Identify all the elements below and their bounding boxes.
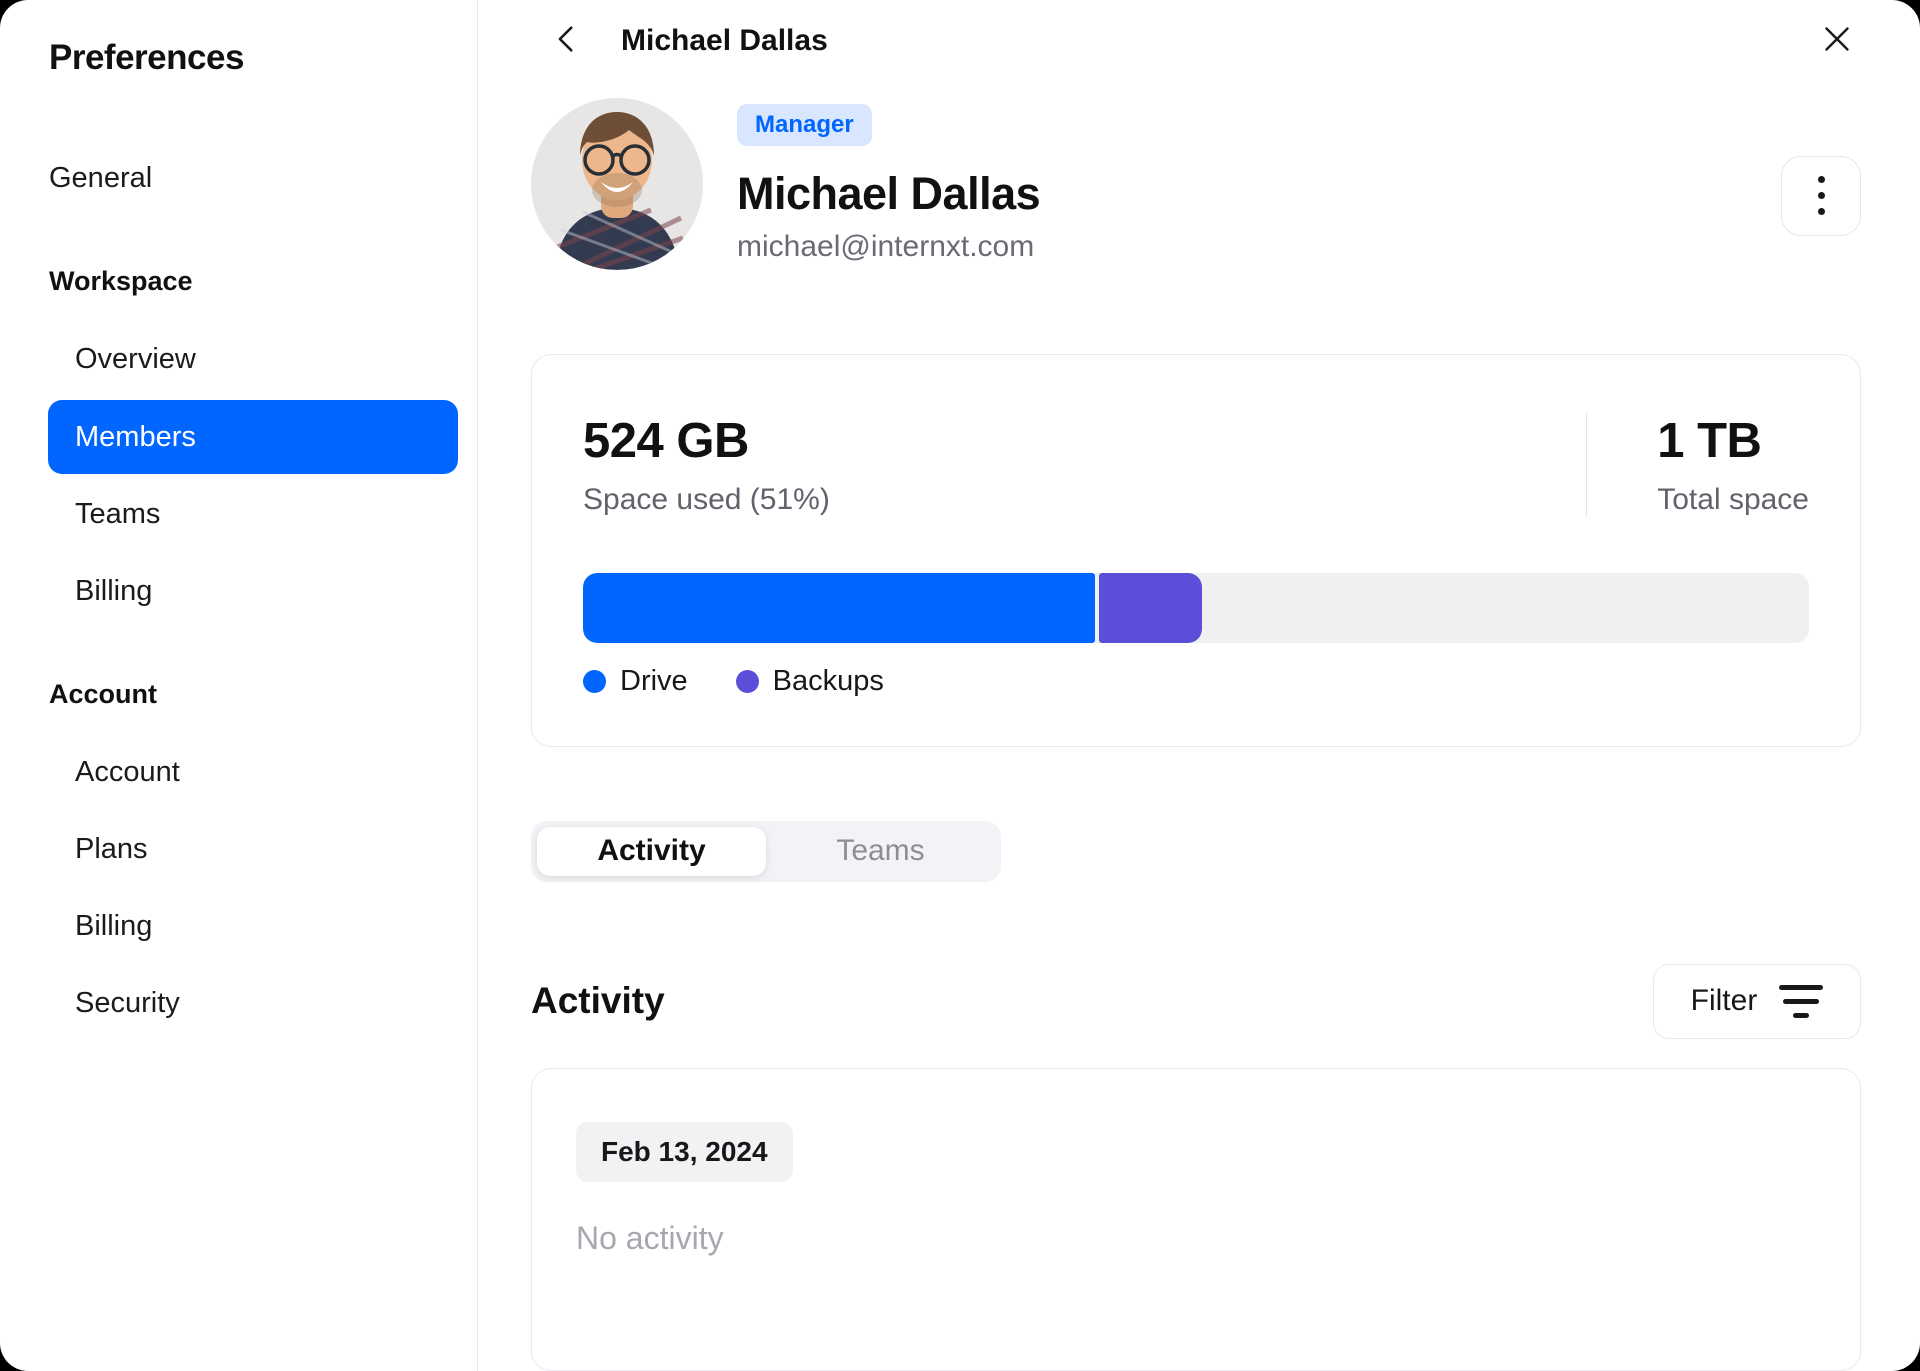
activity-heading: Activity xyxy=(531,980,665,1022)
sidebar-item-overview[interactable]: Overview xyxy=(49,321,477,398)
close-button[interactable] xyxy=(1813,17,1861,65)
storage-usage-bar xyxy=(583,572,1809,643)
total-space-label: Total space xyxy=(1657,482,1809,516)
legend-entry-drive: Drive xyxy=(583,665,688,698)
usage-legend: Drive Backups xyxy=(583,665,1809,698)
member-options-button[interactable] xyxy=(1781,155,1861,236)
sidebar-item-billing-account[interactable]: Billing xyxy=(49,888,477,965)
detail-tabs: Activity Teams xyxy=(531,820,1001,882)
sidebar-item-teams[interactable]: Teams xyxy=(49,476,477,553)
member-detail-title: Michael Dallas xyxy=(621,23,828,57)
drive-legend-label: Drive xyxy=(620,664,688,697)
back-button[interactable] xyxy=(543,17,591,65)
tab-teams[interactable]: Teams xyxy=(766,827,995,876)
space-used-stat: 524 GB Space used (51%) xyxy=(583,413,1197,517)
backups-legend-label: Backups xyxy=(772,664,884,697)
avatar xyxy=(531,97,703,270)
member-profile-row: Manager Michael Dallas michael@internxt.… xyxy=(531,97,1861,270)
space-used-label: Space used (51%) xyxy=(583,482,830,516)
sidebar-item-security[interactable]: Security xyxy=(49,965,477,1042)
member-detail-header: Michael Dallas xyxy=(531,0,1861,82)
sidebar-section-account: Account xyxy=(49,678,157,709)
sidebar-title: Preferences xyxy=(49,38,244,77)
preferences-modal: Preferences General Workspace Overview M… xyxy=(0,0,1920,1371)
total-space-stat: 1 TB Total space xyxy=(1657,413,1809,517)
backups-legend-dot xyxy=(735,669,759,693)
activity-empty-text: No activity xyxy=(576,1219,724,1256)
member-email: michael@internxt.com xyxy=(737,229,1035,263)
legend-entry-backups: Backups xyxy=(735,664,884,698)
kebab-menu-icon xyxy=(1817,176,1825,184)
close-icon xyxy=(1819,21,1855,60)
tab-activity[interactable]: Activity xyxy=(537,826,766,876)
member-detail-panel: Michael Dallas Manager Michael Dallas mi… xyxy=(478,0,1920,1371)
storage-stats: 524 GB Space used (51%) 1 TB Total space xyxy=(583,412,1809,517)
sidebar-item-account[interactable]: Account xyxy=(49,734,477,811)
activity-section-header: Activity Filter xyxy=(531,963,1861,1039)
stat-divider xyxy=(1586,412,1588,517)
filter-button-label: Filter xyxy=(1690,984,1758,1018)
usage-segment-drive xyxy=(583,572,1096,643)
sidebar-section-workspace: Workspace xyxy=(49,265,193,296)
member-name: Michael Dallas xyxy=(737,167,1041,219)
activity-date-chip: Feb 13, 2024 xyxy=(576,1121,793,1182)
sidebar-item-billing-workspace[interactable]: Billing xyxy=(49,553,477,630)
sidebar-item-plans[interactable]: Plans xyxy=(49,811,477,888)
back-chevron-icon xyxy=(550,22,584,59)
sidebar: Preferences General Workspace Overview M… xyxy=(0,0,478,1371)
filter-button[interactable]: Filter xyxy=(1653,963,1861,1039)
filter-icon xyxy=(1779,984,1824,1018)
member-identity: Manager Michael Dallas michael@internxt.… xyxy=(737,98,1041,270)
drive-legend-dot xyxy=(583,669,606,693)
storage-usage-card: 524 GB Space used (51%) 1 TB Total space… xyxy=(531,353,1861,747)
usage-segment-backups xyxy=(1099,572,1203,643)
sidebar-item-members[interactable]: Members xyxy=(48,400,458,474)
sidebar-nav: General Workspace Overview Members Teams… xyxy=(48,140,477,1042)
activity-log-card: Feb 13, 2024 No activity xyxy=(531,1067,1861,1371)
space-used-value: 524 GB xyxy=(583,413,749,468)
total-space-value: 1 TB xyxy=(1657,413,1762,468)
role-badge: Manager xyxy=(737,103,872,146)
sidebar-item-general[interactable]: General xyxy=(49,140,477,217)
